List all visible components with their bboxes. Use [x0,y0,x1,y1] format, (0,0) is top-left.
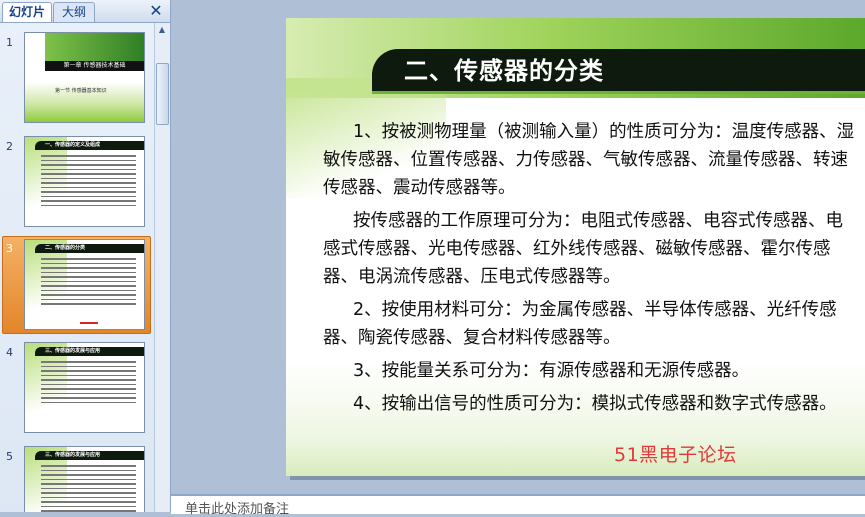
slide-editing-area: 二、传感器的分类 1、按被测物理量（被测输入量）的性质可分为：温度传感器、湿敏传… [171,0,865,494]
body-paragraph: 1、按被测物理量（被测输入量）的性质可分为：温度传感器、湿敏传感器、位置传感器、… [323,122,855,198]
thumbnail-title: 一、传感器的定义及组成 [35,141,144,150]
thumbnail-subtitle: 第一节 传感器基本知识 [55,88,107,94]
slide-number: 1 [6,36,13,49]
watermark-text: 51黑电子论坛 [614,444,737,466]
slide-body-text[interactable]: 1、按被测物理量（被测输入量）的性质可分为：温度传感器、湿敏传感器、位置传感器、… [323,118,858,423]
slides-panel: 幻灯片 大纲 ✕ 1 第一章 传感器技术基础 第一节 传感器基本知识 2 一、传… [0,0,171,512]
slide-thumbnail-5[interactable]: 三、传感器的发展与应用 [24,446,145,512]
slide-title[interactable]: 二、传感器的分类 [404,55,604,87]
thumbnail-list: 1 第一章 传感器技术基础 第一节 传感器基本知识 2 一、传感器的定义及组成 … [0,23,154,512]
panel-tab-bar: 幻灯片 大纲 ✕ [0,0,170,23]
slide-thumbnail-2[interactable]: 一、传感器的定义及组成 [24,136,145,227]
notes-placeholder[interactable]: 单击此处添加备注 [185,498,289,517]
body-paragraph: 4、按输出信号的性质可分为：模拟式传感器和数字式传感器。 [353,394,837,414]
thumbnail-title: 三、传感器的发展与应用 [35,347,144,356]
slide-thumbnail-1[interactable]: 第一章 传感器技术基础 第一节 传感器基本知识 [24,32,145,123]
body-paragraph: 3、按能量关系可分为：有源传感器和无源传感器。 [353,361,750,381]
thumbnail-title: 第一章 传感器技术基础 [45,61,144,71]
body-paragraph: 按传感器的工作原理可分为：电阻式传感器、电容式传感器、电感式传感器、光电传感器、… [323,211,843,287]
close-icon[interactable]: ✕ [148,2,164,20]
scroll-up-icon[interactable]: ▲ [156,24,168,36]
slide-thumbnail-4[interactable]: 三、传感器的发展与应用 [24,342,145,433]
slide-number: 2 [6,140,13,153]
tab-outline[interactable]: 大纲 [53,2,95,22]
slide-thumbnail-3[interactable]: 二、传感器的分类 [24,239,145,330]
thumbnail-scrollbar[interactable]: ▲ [154,23,169,512]
thumbnail-title: 二、传感器的分类 [35,244,144,253]
current-slide[interactable]: 二、传感器的分类 1、按被测物理量（被测输入量）的性质可分为：温度传感器、湿敏传… [286,18,865,476]
slide-number: 5 [6,450,13,463]
slide-number: 4 [6,346,13,359]
slide-number: 3 [6,242,13,255]
body-paragraph: 2、按使用材料可分：为金属传感器、半导体传感器、光纤传感器、陶瓷传感器、复合材料… [323,300,837,348]
scrollbar-thumb[interactable] [156,63,169,125]
notes-pane[interactable]: 单击此处添加备注 [171,494,865,517]
tab-slides[interactable]: 幻灯片 [2,2,52,22]
thumbnail-title: 三、传感器的发展与应用 [35,451,144,460]
